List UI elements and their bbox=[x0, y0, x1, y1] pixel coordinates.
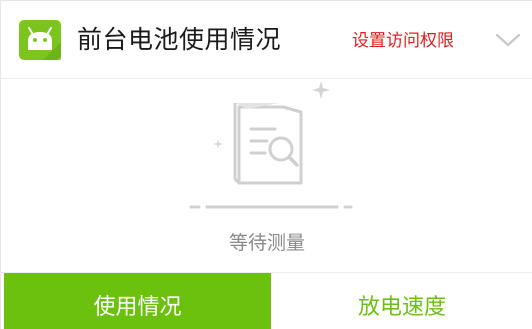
chevron-down-icon[interactable] bbox=[494, 28, 522, 52]
page-title: 前台电池使用情况 bbox=[77, 25, 282, 54]
measurement-status: 等待测量 bbox=[228, 232, 305, 254]
tab-discharge-speed[interactable]: 放电速度 bbox=[271, 273, 532, 329]
document-search-icon bbox=[189, 81, 353, 209]
battery-usage-card: 前台电池使用情况 设置访问权限 等待测量 使用情况 放电速度 bbox=[0, 0, 532, 329]
android-icon bbox=[19, 20, 61, 60]
card-header: 前台电池使用情况 设置访问权限 bbox=[1, 1, 532, 79]
set-access-permission-link[interactable]: 设置访问权限 bbox=[352, 29, 454, 53]
tab-usage[interactable]: 使用情况 bbox=[4, 273, 271, 329]
tab-bar: 使用情况 放电速度 bbox=[1, 272, 532, 329]
